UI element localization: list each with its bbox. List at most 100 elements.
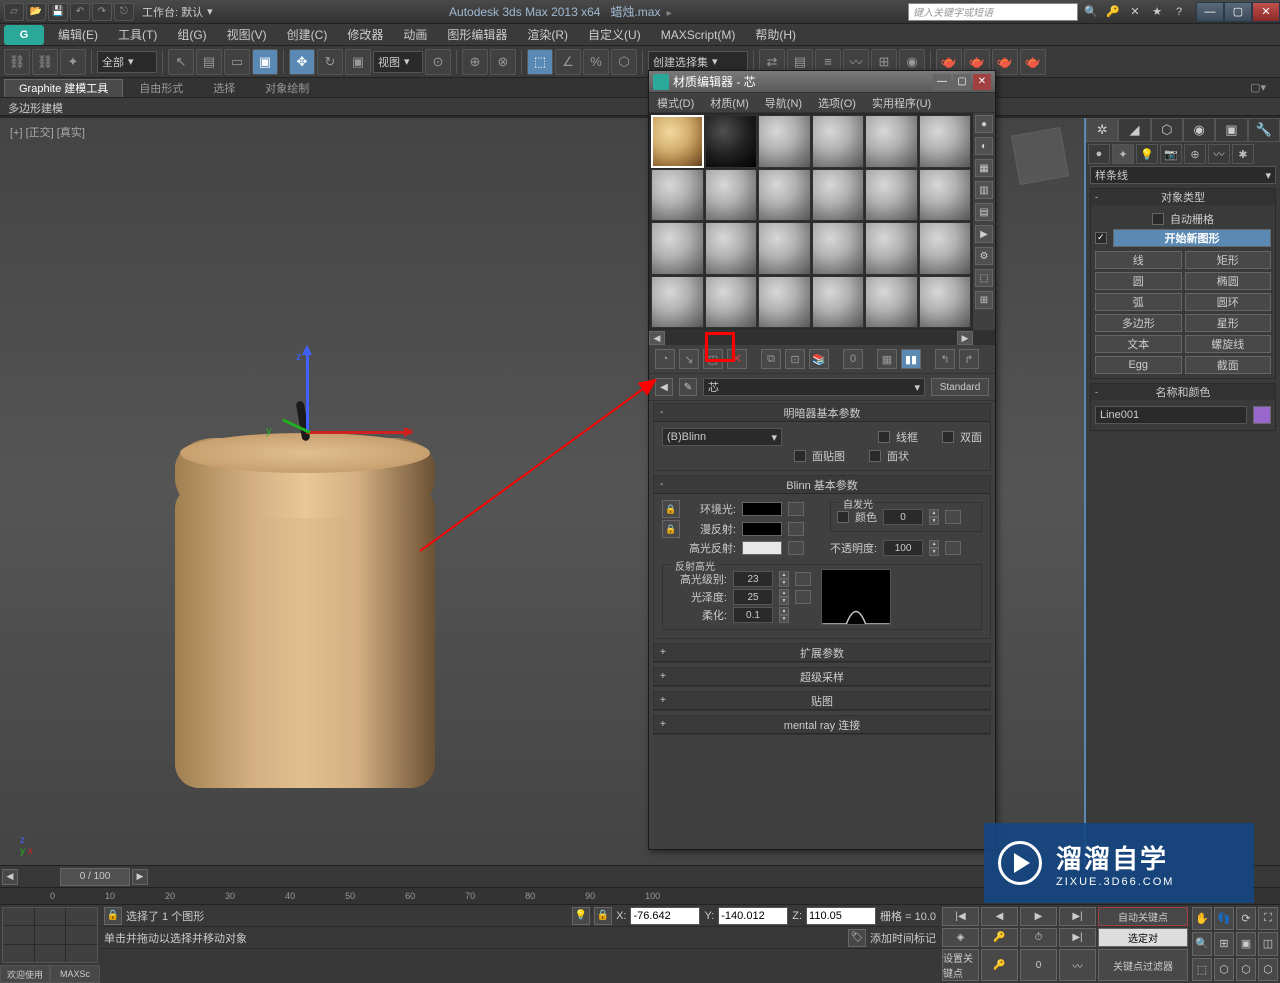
key-icon[interactable]: 🔑 bbox=[1104, 3, 1122, 21]
selected-filter[interactable]: 选定对 bbox=[1098, 928, 1188, 947]
twosided-checkbox[interactable] bbox=[942, 431, 954, 443]
minimize-button[interactable]: — bbox=[1196, 2, 1224, 22]
key-mode-icon[interactable]: ◈ bbox=[942, 928, 979, 947]
menu-help[interactable]: 帮助(H) bbox=[745, 24, 806, 46]
background-icon[interactable]: ▦ bbox=[975, 159, 993, 177]
ngon-button[interactable]: 多边形 bbox=[1095, 314, 1182, 332]
get-material-icon[interactable]: ◔ bbox=[655, 349, 675, 369]
save-icon[interactable]: 💾 bbox=[48, 3, 68, 21]
tab-graphite[interactable]: Graphite 建模工具 bbox=[4, 79, 123, 97]
play-icon[interactable]: ▶ bbox=[1020, 907, 1057, 926]
pivot-icon[interactable]: ⊙ bbox=[425, 49, 451, 75]
x-coord-field[interactable]: -76.642 bbox=[630, 907, 700, 925]
mat-menu-navigation[interactable]: 导航(N) bbox=[757, 95, 810, 111]
next-frame-icon[interactable]: ▶| bbox=[1059, 907, 1096, 926]
rollout-header[interactable]: +贴图 bbox=[654, 692, 990, 710]
sample-slot[interactable] bbox=[865, 169, 918, 222]
diffuse-color-swatch[interactable] bbox=[742, 522, 782, 536]
ribbon-panel[interactable]: 多边形建模 bbox=[0, 98, 1280, 116]
display-tab-icon[interactable]: ▣ bbox=[1215, 118, 1247, 142]
line-button[interactable]: 线 bbox=[1095, 251, 1182, 269]
spec-level-map-button[interactable] bbox=[795, 572, 811, 586]
rect-region-icon[interactable]: ▭ bbox=[224, 49, 250, 75]
render-prod-icon[interactable]: 🫖 bbox=[1020, 49, 1046, 75]
systems-subtab-icon[interactable]: ✱ bbox=[1232, 144, 1254, 164]
sample-slot[interactable] bbox=[705, 276, 758, 329]
go-parent-icon[interactable]: ↰ bbox=[935, 349, 955, 369]
startnewshape-checkbox[interactable] bbox=[1095, 232, 1107, 244]
mat-close-button[interactable]: ✕ bbox=[973, 74, 991, 90]
z-coord-field[interactable]: 110.05 bbox=[806, 907, 876, 925]
rollout-header[interactable]: +mental ray 连接 bbox=[654, 716, 990, 734]
pct-snap-icon[interactable]: % bbox=[583, 49, 609, 75]
isolate-icon[interactable]: 💡 bbox=[572, 907, 590, 925]
material-name-field[interactable]: 芯▾ bbox=[703, 378, 925, 396]
helpers-subtab-icon[interactable]: ⊕ bbox=[1184, 144, 1206, 164]
section-button[interactable]: 截面 bbox=[1185, 356, 1272, 374]
menu-edit[interactable]: 编辑(E) bbox=[48, 24, 108, 46]
maxview-icon[interactable]: ⛶ bbox=[1258, 907, 1278, 930]
scroll-left-icon[interactable]: ◀ bbox=[649, 331, 665, 345]
menu-group[interactable]: 组(G) bbox=[167, 24, 216, 46]
move-icon[interactable]: ✥ bbox=[289, 49, 315, 75]
specular-color-swatch[interactable] bbox=[742, 541, 782, 555]
reset-map-icon[interactable]: ✕ bbox=[727, 349, 747, 369]
rollout-header[interactable]: +扩展参数 bbox=[654, 644, 990, 662]
sample-slot[interactable] bbox=[919, 115, 972, 168]
autokey-button[interactable]: 自动关键点 bbox=[1098, 907, 1188, 926]
rectangle-button[interactable]: 矩形 bbox=[1185, 251, 1272, 269]
mat-menu-options[interactable]: 选项(O) bbox=[810, 95, 864, 111]
open-icon[interactable]: 📂 bbox=[26, 3, 46, 21]
sample-slot-1[interactable] bbox=[651, 115, 704, 168]
add-timemark-icon[interactable]: 🏷 bbox=[848, 929, 866, 947]
slot-scrollbar[interactable]: ◀ ▶ bbox=[649, 331, 995, 345]
sample-slot[interactable] bbox=[758, 115, 811, 168]
menu-animation[interactable]: 动画 bbox=[393, 24, 437, 46]
mat-menu-material[interactable]: 材质(M) bbox=[702, 95, 757, 111]
object-color-swatch[interactable] bbox=[1253, 406, 1271, 424]
facemap-checkbox[interactable] bbox=[794, 450, 806, 462]
selfillum-map-button[interactable] bbox=[945, 510, 961, 524]
select-by-mat-icon[interactable]: ⬚ bbox=[975, 269, 993, 287]
selfillum-spinner[interactable]: 0 bbox=[883, 509, 923, 525]
assign-to-sel-icon[interactable]: ◰ bbox=[703, 349, 723, 369]
refcoord-dropdown[interactable]: 视图▾ bbox=[373, 51, 423, 73]
sample-slot[interactable] bbox=[812, 169, 865, 222]
menu-modifiers[interactable]: 修改器 bbox=[337, 24, 393, 46]
timeslider-right-icon[interactable]: ▶ bbox=[132, 869, 148, 885]
matid-icon[interactable]: ⊞ bbox=[975, 291, 993, 309]
egg-button[interactable]: Egg bbox=[1095, 356, 1182, 374]
sample-slot[interactable] bbox=[758, 169, 811, 222]
maximize-button[interactable]: ▢ bbox=[1224, 2, 1252, 22]
rollout-header[interactable]: -Blinn 基本参数 bbox=[654, 476, 990, 494]
rollout-header[interactable]: -明暗器基本参数 bbox=[654, 404, 990, 422]
create-tab-icon[interactable]: ✲ bbox=[1086, 118, 1118, 142]
geometry-subtab-icon[interactable]: ● bbox=[1088, 144, 1110, 164]
sample-slot[interactable] bbox=[651, 222, 704, 275]
show-end-result-icon[interactable]: ▮▮ bbox=[901, 349, 921, 369]
specular-map-button[interactable] bbox=[788, 541, 804, 555]
sample-slot-2[interactable] bbox=[705, 115, 758, 168]
backlight-icon[interactable]: ◐ bbox=[975, 137, 993, 155]
uv-tiling-icon[interactable]: ▥ bbox=[975, 181, 993, 199]
text-button[interactable]: 文本 bbox=[1095, 335, 1182, 353]
material-type-button[interactable]: Standard bbox=[931, 378, 989, 396]
move-gizmo[interactable]: zxy bbox=[268, 353, 408, 473]
modify-tab-icon[interactable]: ◢ bbox=[1118, 118, 1150, 142]
nav-icon[interactable]: ⬡ bbox=[1258, 958, 1278, 981]
close-button[interactable]: ✕ bbox=[1252, 2, 1280, 22]
link-icon[interactable]: ⛓ bbox=[4, 49, 30, 75]
menu-rendering[interactable]: 渲染(R) bbox=[517, 24, 578, 46]
ambient-map-button[interactable] bbox=[788, 502, 804, 516]
rollout-header[interactable]: -名称和颜色 bbox=[1091, 384, 1275, 400]
sample-slot[interactable] bbox=[919, 276, 972, 329]
sel-filter-dropdown[interactable]: 全部▾ bbox=[97, 51, 157, 73]
cameras-subtab-icon[interactable]: 📷 bbox=[1160, 144, 1182, 164]
y-coord-field[interactable]: -140.012 bbox=[718, 907, 788, 925]
sample-slot[interactable] bbox=[705, 169, 758, 222]
timeslider-knob[interactable]: 0 / 100 bbox=[60, 868, 130, 886]
goto-start-icon[interactable]: |◀ bbox=[942, 907, 979, 926]
sample-slot[interactable] bbox=[758, 276, 811, 329]
sample-slot[interactable] bbox=[919, 169, 972, 222]
select-icon[interactable]: ↖ bbox=[168, 49, 194, 75]
